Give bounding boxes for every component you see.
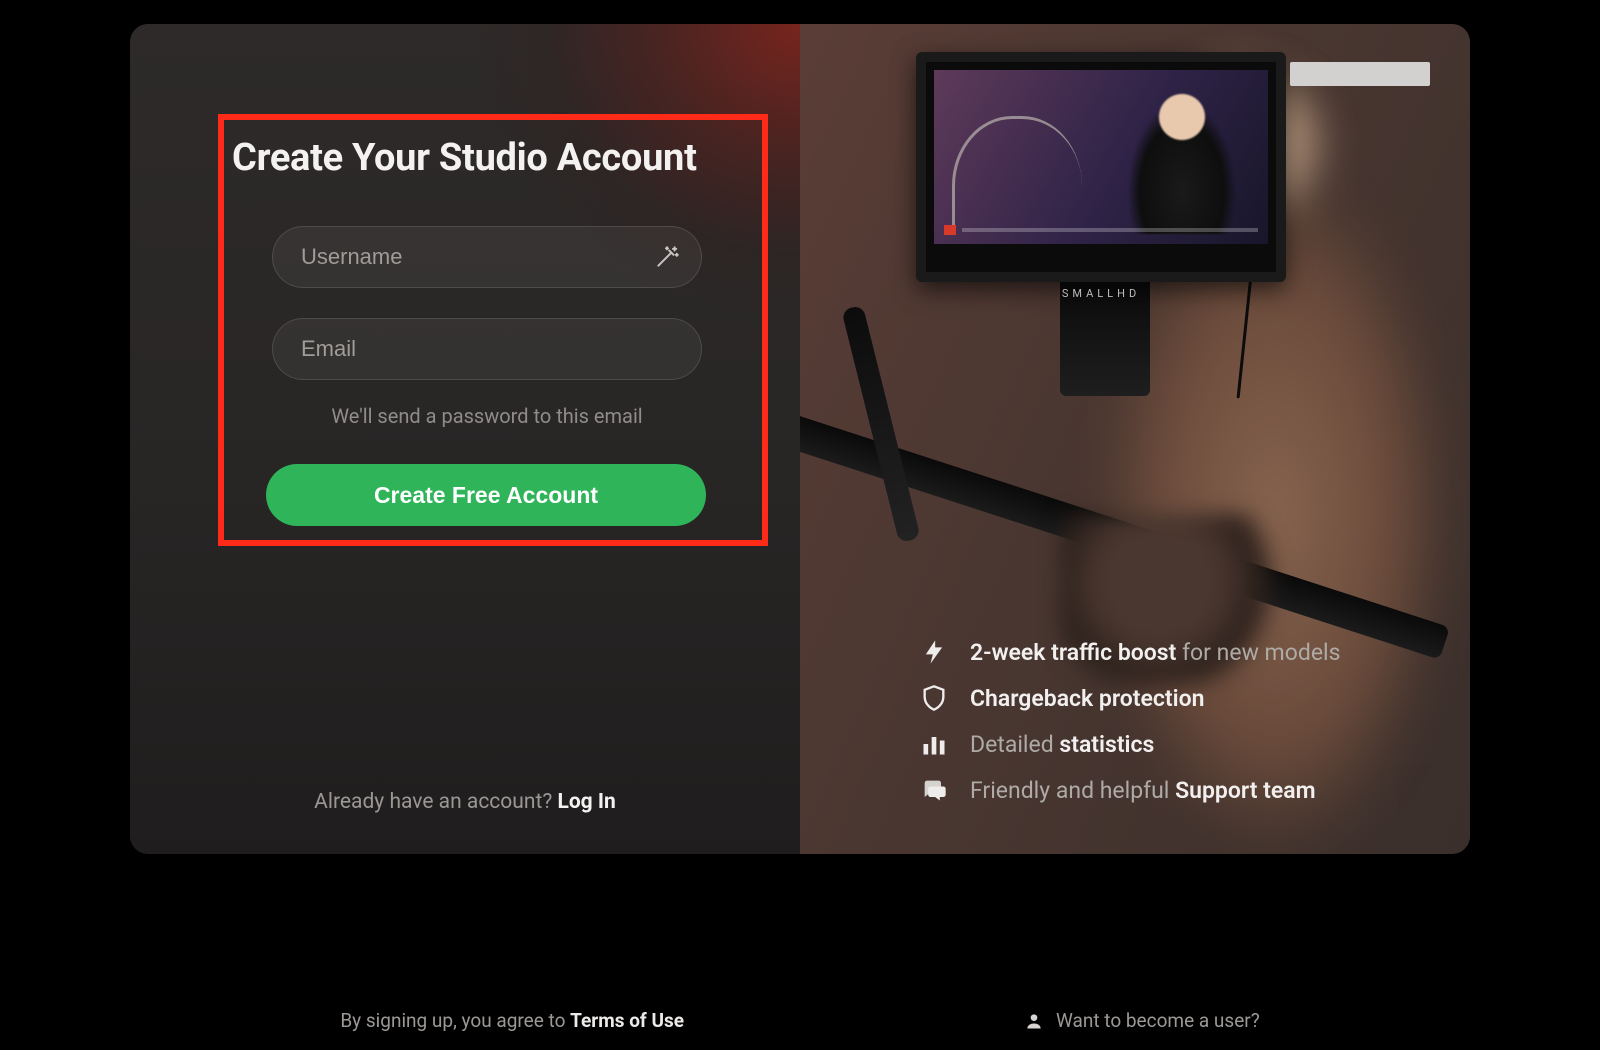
page-footer: By signing up, you agree to Terms of Use… (0, 1009, 1600, 1032)
benefit-traffic-boost: 2-week traffic boost for new models (920, 638, 1430, 666)
magic-wand-icon[interactable] (654, 244, 680, 270)
benefit-statistics: Detailed statistics (920, 730, 1430, 758)
benefit-support: Friendly and helpful Support team (920, 776, 1430, 804)
username-input[interactable] (272, 226, 702, 288)
signup-card: Create Your Studio Account We'll send a (130, 24, 1470, 854)
benefit-muted: Friendly and helpful (970, 777, 1175, 804)
watermark-strip (1290, 62, 1430, 86)
record-icon (944, 225, 956, 235)
email-helper-text: We'll send a password to this email (272, 404, 702, 428)
benefit-chargeback: Chargeback protection (920, 684, 1430, 712)
terms-text: By signing up, you agree to Terms of Use (340, 1009, 684, 1032)
monitor-screen (934, 70, 1268, 244)
camera-monitor: SMALLHD (916, 52, 1286, 282)
username-field (272, 226, 702, 288)
terms-of-use-link[interactable]: Terms of Use (570, 1009, 684, 1032)
signup-form: Create Your Studio Account We'll send a (232, 114, 752, 526)
become-user-link[interactable]: Want to become a user? (1024, 1009, 1260, 1032)
login-link[interactable]: Log In (557, 790, 615, 814)
benefit-strong: Chargeback protection (970, 685, 1204, 712)
terms-prefix: By signing up, you agree to (340, 1009, 570, 1032)
already-prefix: Already have an account? (314, 790, 557, 814)
benefit-strong: statistics (1059, 731, 1154, 758)
benefit-muted: for new models (1182, 639, 1340, 666)
hero-panel: SMALLHD 2-week traffic boost for new mod… (800, 24, 1470, 854)
signup-left-panel: Create Your Studio Account We'll send a (130, 24, 800, 854)
benefit-strong: Support team (1175, 777, 1315, 804)
chat-icon (920, 776, 948, 804)
benefits-list: 2-week traffic boost for new models Char… (920, 638, 1430, 804)
bolt-icon (920, 638, 948, 666)
monitor-brand: SMALLHD (1062, 287, 1140, 300)
user-icon (1024, 1011, 1044, 1031)
create-account-button[interactable]: Create Free Account (266, 464, 706, 526)
benefit-strong: 2-week traffic boost (970, 639, 1182, 666)
already-have-account: Already have an account? Log In (190, 790, 740, 814)
become-user-label: Want to become a user? (1056, 1009, 1260, 1032)
email-input[interactable] (272, 318, 702, 380)
email-field (272, 318, 702, 380)
shield-icon (920, 684, 948, 712)
benefit-muted: Detailed (970, 731, 1059, 758)
signup-title: Create Your Studio Account (232, 136, 752, 180)
bar-chart-icon (920, 730, 948, 758)
